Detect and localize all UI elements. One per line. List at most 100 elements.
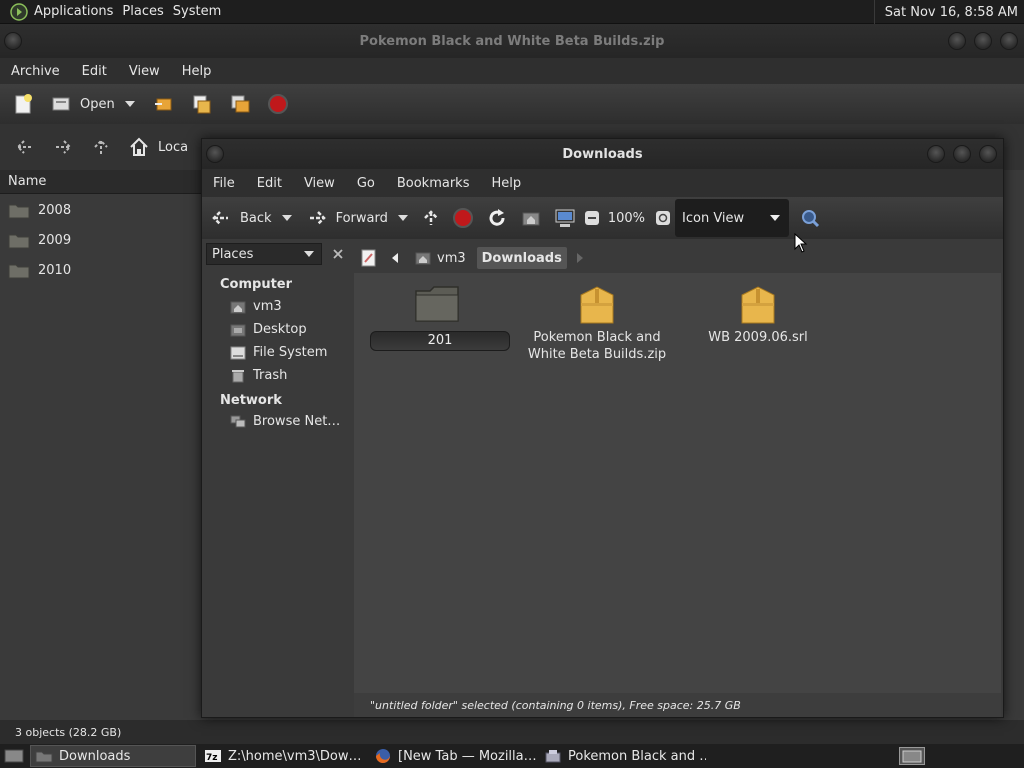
task-label: [New Tab — Mozilla… — [398, 748, 536, 764]
trash-icon — [230, 369, 246, 383]
computer-button[interactable] — [548, 207, 582, 229]
file-label: Pokemon Black and — [533, 330, 661, 345]
add-files-button[interactable] — [183, 93, 221, 115]
extract-button[interactable] — [145, 93, 183, 115]
menu-file[interactable]: File — [202, 176, 246, 191]
sidebar-item-trash[interactable]: Trash — [206, 364, 352, 387]
archive-titlebar[interactable]: Pokemon Black and White Beta Builds.zip — [0, 24, 1024, 58]
menu-view[interactable]: View — [293, 176, 346, 191]
stop-icon — [267, 93, 289, 115]
search-button[interactable] — [789, 207, 831, 229]
network-heading: Network — [220, 393, 282, 408]
task-downloads[interactable]: Downloads — [30, 745, 196, 767]
back-button[interactable]: Back — [204, 207, 300, 229]
path-scroll-right-icon[interactable] — [573, 247, 587, 269]
add-folder-icon — [229, 93, 251, 115]
arrow-left-icon — [14, 136, 36, 158]
folder-icon — [8, 199, 30, 221]
arch-home-button[interactable] — [120, 136, 158, 158]
chevron-down-icon[interactable] — [280, 207, 294, 229]
zoom-in-button[interactable] — [651, 207, 675, 229]
applications-menu[interactable]: Applications — [34, 4, 122, 19]
svg-text:7z: 7z — [206, 753, 218, 763]
forward-button[interactable]: Forward — [300, 207, 416, 229]
minimize-button[interactable] — [948, 32, 966, 50]
places-menu[interactable]: Places — [122, 4, 172, 19]
archive-row-2009[interactable]: 2009 — [0, 225, 202, 255]
file-item-new-folder[interactable] — [362, 285, 512, 323]
maximize-button[interactable] — [974, 32, 992, 50]
home-icon — [128, 136, 150, 158]
path-scroll-left-icon[interactable] — [386, 247, 404, 269]
up-button[interactable] — [416, 207, 446, 229]
crumb-vm3[interactable]: vm3 — [410, 247, 471, 269]
zoom-level[interactable]: 100% — [602, 211, 651, 226]
show-desktop-button[interactable] — [0, 745, 30, 767]
menu-help[interactable]: Help — [171, 64, 223, 79]
7zip-icon: 7z — [204, 749, 222, 763]
minimize-button[interactable] — [927, 145, 945, 163]
task-firefox[interactable]: [New Tab — Mozilla… — [370, 745, 536, 767]
new-archive-button[interactable] — [4, 93, 42, 115]
archive-row-2010[interactable]: 2010 — [0, 255, 202, 285]
name-column-label: Name — [8, 174, 47, 189]
crumb-downloads[interactable]: Downloads — [476, 247, 567, 269]
menu-archive[interactable]: Archive — [0, 64, 71, 79]
rename-field[interactable]: 201 — [370, 331, 510, 351]
menu-edit[interactable]: Edit — [71, 64, 118, 79]
show-desktop-icon — [4, 748, 24, 764]
reload-button[interactable] — [480, 207, 514, 229]
chevron-down-icon[interactable] — [396, 207, 410, 229]
zoom-out-button[interactable] — [582, 207, 602, 229]
open-button[interactable]: Open — [42, 93, 145, 115]
mouse-cursor-icon — [794, 233, 808, 253]
sidebar-item-vm3[interactable]: vm3 — [206, 295, 352, 318]
arrow-up-icon — [420, 207, 442, 229]
file-icon-view[interactable]: 201 Pokemon Black and White Beta Builds.… — [354, 273, 1001, 693]
arch-forward-button[interactable] — [44, 136, 82, 158]
menu-bookmarks[interactable]: Bookmarks — [386, 176, 481, 191]
arrow-right-icon — [52, 136, 74, 158]
menu-view[interactable]: View — [118, 64, 171, 79]
crumb-label: Downloads — [481, 250, 562, 266]
maximize-button[interactable] — [953, 145, 971, 163]
distro-logo-icon[interactable] — [9, 2, 29, 22]
file-browser-window: Downloads File Edit View Go Bookmarks He… — [201, 138, 1004, 718]
view-mode-select[interactable]: Icon View — [675, 199, 790, 237]
window-menu-button[interactable] — [4, 32, 22, 50]
sidebar-item-browse-network[interactable]: Browse Net… — [206, 410, 352, 433]
file-item-srl[interactable]: WB 2009.06.srl — [683, 285, 833, 346]
stop-button[interactable] — [259, 93, 297, 115]
sidebar-item-desktop[interactable]: Desktop — [206, 318, 352, 341]
places-combo[interactable]: Places — [206, 243, 322, 265]
clock[interactable]: Sat Nov 16, 8:58 AM — [873, 0, 1024, 24]
add-folder-button[interactable] — [221, 93, 259, 115]
name-column-header[interactable]: Name — [0, 170, 202, 194]
system-menu[interactable]: System — [173, 4, 230, 19]
menu-go[interactable]: Go — [346, 176, 386, 191]
task-archive[interactable]: Pokemon Black and … — [540, 745, 706, 767]
arch-up-button[interactable] — [82, 136, 120, 158]
close-button[interactable] — [979, 145, 997, 163]
arch-back-button[interactable] — [6, 136, 44, 158]
stop-button[interactable] — [446, 207, 480, 229]
downloads-status-bar: "untitled folder" selected (containing 0… — [354, 693, 1001, 717]
menu-edit[interactable]: Edit — [246, 176, 293, 191]
window-menu-button[interactable] — [206, 145, 224, 163]
downloads-menubar: File Edit View Go Bookmarks Help — [202, 169, 1003, 197]
workspace-switcher[interactable] — [896, 745, 928, 767]
home-button[interactable] — [514, 207, 548, 229]
edit-location-icon[interactable] — [358, 247, 380, 269]
file-label: WB 2009.06.srl — [708, 330, 808, 345]
downloads-titlebar[interactable]: Downloads — [202, 139, 1003, 169]
file-item-zip[interactable]: Pokemon Black and White Beta Builds.zip — [522, 285, 672, 363]
sidebar-item-file-system[interactable]: File System — [206, 341, 352, 364]
chevron-down-icon[interactable] — [123, 93, 137, 115]
task-7zip[interactable]: 7z Z:\home\vm3\Dow… — [200, 745, 366, 767]
close-button[interactable] — [1000, 32, 1018, 50]
menu-help[interactable]: Help — [480, 176, 532, 191]
close-sidebar-icon[interactable] — [326, 243, 350, 265]
archive-row-2008[interactable]: 2008 — [0, 195, 202, 225]
sidebar-header: Places — [206, 243, 352, 265]
folder-icon — [8, 229, 30, 251]
